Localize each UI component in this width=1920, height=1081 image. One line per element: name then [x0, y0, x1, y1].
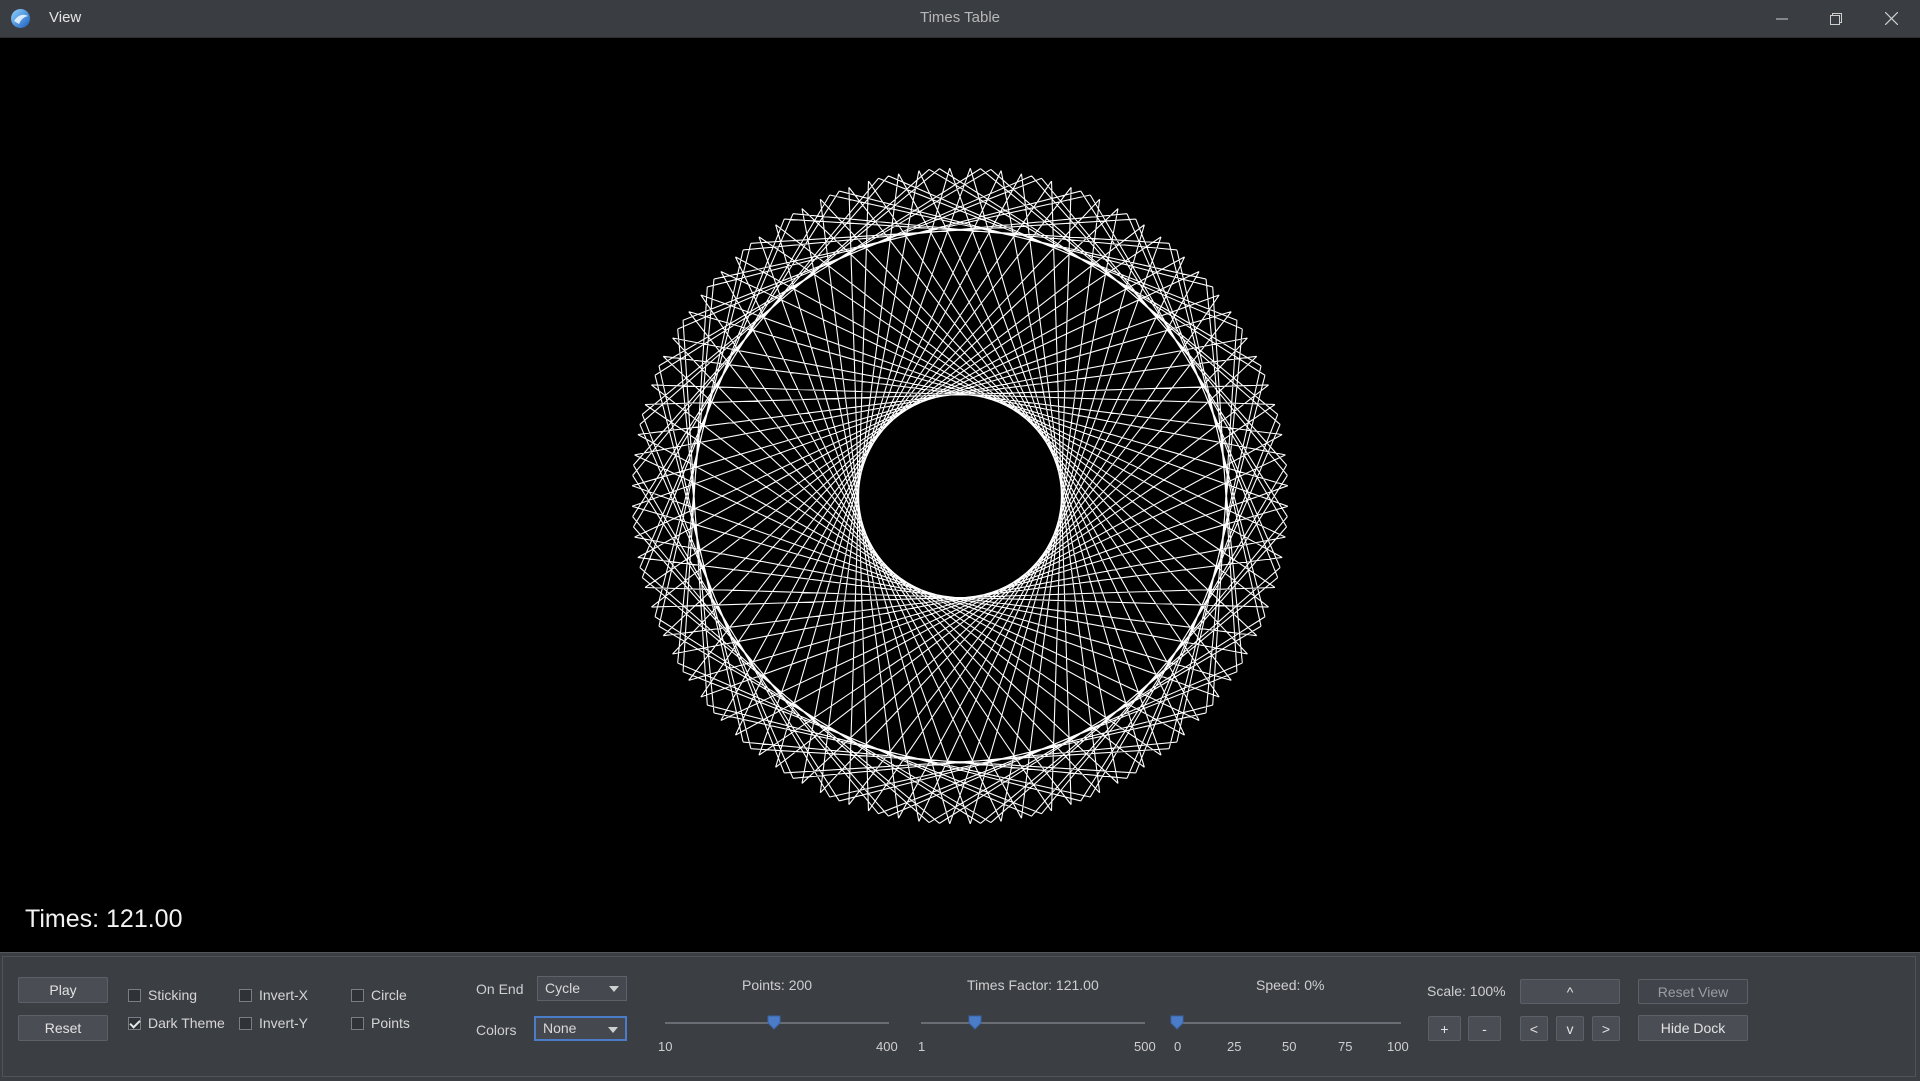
dark-theme-checkbox[interactable]: Dark Theme [128, 1015, 225, 1031]
times-factor-slider-track[interactable] [921, 1022, 1145, 1024]
checkbox-box [239, 988, 252, 1002]
close-icon [1884, 12, 1898, 25]
pan-right-button[interactable]: > [1592, 1016, 1620, 1041]
speed-tick-0: 0 [1174, 1039, 1182, 1054]
pan-left-button[interactable]: < [1520, 1016, 1548, 1041]
colors-label: Colors [476, 1022, 517, 1038]
points-max-label: 400 [876, 1039, 898, 1054]
close-button[interactable] [1864, 0, 1918, 37]
times-max-label: 500 [1134, 1039, 1156, 1054]
times-readout: Times: 121.00 [25, 905, 183, 933]
checkbox-box-checked [128, 1016, 141, 1030]
invert-y-checkbox[interactable]: Invert-Y [239, 1015, 308, 1031]
points-label: Points [371, 1015, 410, 1031]
window-title: Times Table [919, 9, 1001, 26]
colors-select[interactable]: None [534, 1016, 627, 1041]
dropdown-arrow-icon [609, 986, 619, 992]
points-slider-label: Points: 200 [742, 977, 813, 993]
checkbox-box [351, 988, 364, 1002]
sticking-checkbox[interactable]: Sticking [128, 987, 197, 1003]
checkbox-box [128, 988, 141, 1002]
sticking-label: Sticking [148, 987, 198, 1003]
control-dock: Play Reset Sticking Dark Theme Invert-X … [0, 952, 1920, 1081]
zoom-out-button[interactable]: - [1468, 1016, 1501, 1041]
on-end-label: On End [476, 981, 524, 997]
pan-up-button[interactable]: ^ [1520, 979, 1620, 1004]
points-checkbox[interactable]: Points [351, 1015, 410, 1031]
on-end-value: Cycle [545, 980, 581, 996]
restore-icon [1830, 12, 1842, 25]
checkbox-box [351, 1016, 364, 1030]
points-slider-handle[interactable] [767, 1015, 781, 1030]
points-min-label: 10 [658, 1039, 673, 1054]
circle-checkbox[interactable]: Circle [351, 987, 407, 1003]
colors-value: None [543, 1020, 577, 1036]
dark-theme-label: Dark Theme [148, 1015, 225, 1031]
circle-label: Circle [371, 987, 407, 1003]
minimize-icon [1776, 18, 1788, 19]
speed-tick-50: 50 [1282, 1039, 1297, 1054]
minimize-button[interactable] [1755, 0, 1809, 37]
play-button[interactable]: Play [18, 977, 108, 1003]
invert-x-label: Invert-X [259, 987, 309, 1003]
speed-slider-track[interactable] [1177, 1022, 1401, 1024]
reset-button[interactable]: Reset [18, 1015, 108, 1041]
zoom-in-button[interactable]: + [1428, 1016, 1461, 1041]
title-bar: View Times Table [0, 0, 1920, 38]
dropdown-arrow-icon [608, 1027, 618, 1033]
speed-tick-25: 25 [1227, 1039, 1242, 1054]
pattern-chords [631, 167, 1289, 825]
speed-slider-handle[interactable] [1170, 1015, 1184, 1030]
pan-down-button[interactable]: v [1556, 1016, 1584, 1041]
times-min-label: 1 [918, 1039, 926, 1054]
times-factor-label: Times Factor: 121.00 [967, 977, 1099, 993]
restore-button[interactable] [1809, 0, 1863, 37]
speed-tick-75: 75 [1338, 1039, 1353, 1054]
checkbox-box [239, 1016, 252, 1030]
times-table-pattern [631, 167, 1289, 825]
invert-y-label: Invert-Y [259, 1015, 309, 1031]
scale-label: Scale: 100% [1427, 983, 1506, 999]
reset-view-button[interactable]: Reset View [1638, 979, 1748, 1004]
times-factor-slider-handle[interactable] [968, 1015, 982, 1030]
hide-dock-button[interactable]: Hide Dock [1638, 1015, 1748, 1041]
invert-x-checkbox[interactable]: Invert-X [239, 987, 308, 1003]
on-end-select[interactable]: Cycle [537, 976, 627, 1001]
speed-tick-100: 100 [1387, 1039, 1409, 1054]
speed-label: Speed: 0% [1256, 977, 1325, 993]
